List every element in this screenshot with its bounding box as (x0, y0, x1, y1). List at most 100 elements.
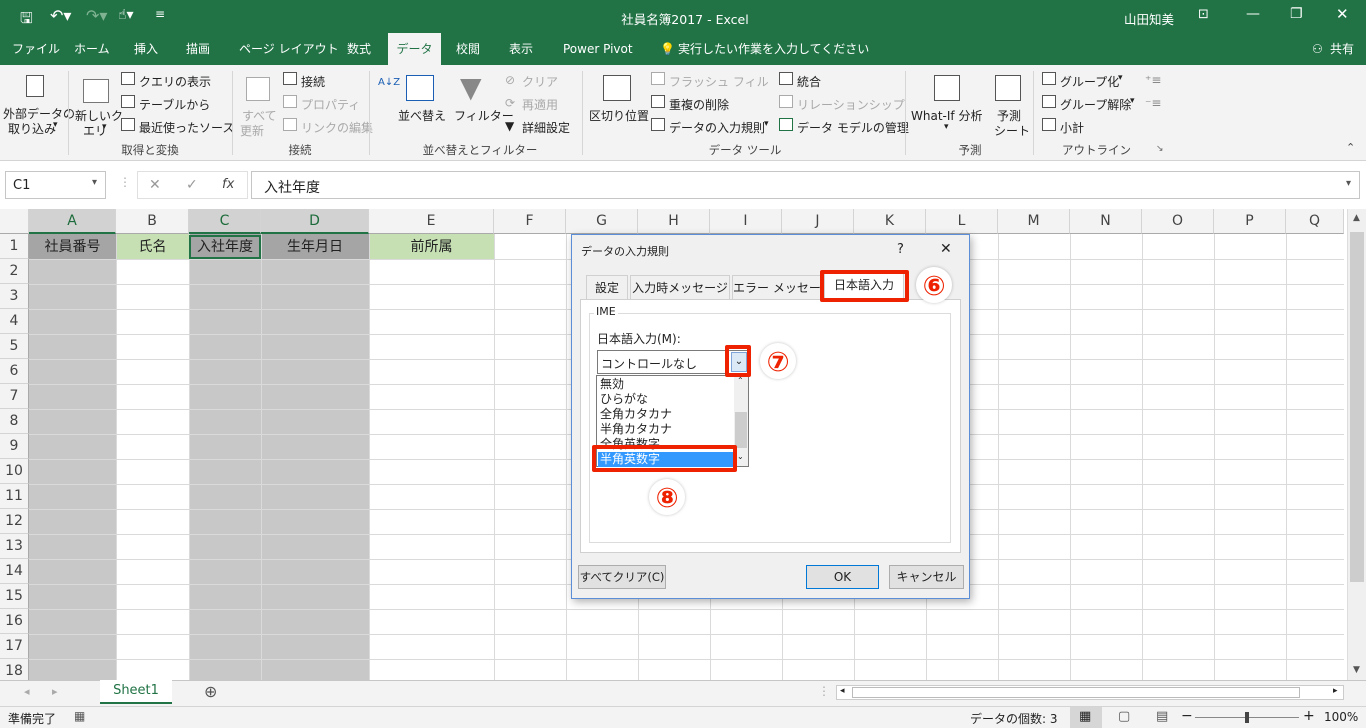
list-scroll-thumb[interactable] (735, 412, 747, 448)
expand-formula-icon[interactable]: ▾ (1346, 178, 1351, 189)
dialog-tab-input-message[interactable]: 入力時メッセージ (630, 275, 730, 299)
chevron-down-icon[interactable]: ▾ (92, 177, 97, 188)
tab-review[interactable]: 校閲 (456, 33, 480, 65)
column-header-c[interactable]: C (189, 209, 261, 234)
advanced-button[interactable]: 詳細設定 (522, 119, 570, 136)
show-detail-icon[interactable]: ⁺≡ (1145, 73, 1161, 87)
reapply-button[interactable]: 再適用 (522, 96, 558, 113)
column-header-q[interactable]: Q (1286, 209, 1344, 234)
macro-record-icon[interactable]: ▦ (74, 709, 85, 723)
help-icon[interactable]: ? (897, 242, 904, 257)
column-header-j[interactable]: J (782, 209, 854, 234)
column-header-b[interactable]: B (116, 209, 189, 234)
zoom-slider-thumb[interactable] (1245, 712, 1249, 723)
relationships-button[interactable]: リレーションシップ (797, 96, 905, 113)
from-table-button[interactable]: テーブルから (139, 96, 210, 113)
formula-input[interactable]: 入社年度 ▾ (251, 171, 1360, 199)
scroll-thumb[interactable] (1350, 232, 1364, 582)
customize-qat-icon[interactable]: ≡ (155, 7, 165, 21)
row-header-9[interactable]: 9 (0, 434, 29, 459)
row-header-15[interactable]: 15 (0, 584, 29, 609)
column-header-n[interactable]: N (1070, 209, 1142, 234)
row-header-8[interactable]: 8 (0, 409, 29, 434)
redo-icon[interactable]: ↷▾ (86, 6, 107, 25)
sheet-tab-sheet1[interactable]: Sheet1 (100, 680, 172, 704)
chevron-down-icon[interactable]: ▾ (1130, 96, 1135, 106)
flash-fill-button[interactable]: フラッシュ フィル (669, 73, 769, 90)
column-header-e[interactable]: E (369, 209, 494, 234)
chevron-up-icon[interactable]: ⌃ (737, 376, 744, 385)
vertical-scrollbar[interactable]: ▲ ▼ (1347, 209, 1366, 680)
row-header-7[interactable]: 7 (0, 384, 29, 409)
tab-draw[interactable]: 描画 (186, 33, 210, 65)
cancel-button[interactable]: キャンセル (889, 565, 964, 589)
ok-button[interactable]: OK (806, 565, 879, 589)
row-header-10[interactable]: 10 (0, 459, 29, 484)
properties-button[interactable]: プロパティ (301, 96, 360, 113)
tab-home[interactable]: ホーム (74, 33, 110, 65)
column-header-d[interactable]: D (261, 209, 369, 234)
tab-file[interactable]: ファイル (12, 33, 60, 65)
zoom-out-icon[interactable]: − (1181, 708, 1193, 724)
collapse-ribbon-icon[interactable]: ⌃ (1346, 141, 1355, 154)
column-header-h[interactable]: H (638, 209, 710, 234)
subtotal-button[interactable]: 小計 (1060, 119, 1084, 136)
row-header-1[interactable]: 1 (0, 234, 29, 259)
share-button[interactable]: 共有 (1330, 33, 1354, 65)
row-header-11[interactable]: 11 (0, 484, 29, 509)
share-icon[interactable]: ⚇ (1312, 33, 1323, 65)
list-item[interactable]: 無効 (600, 377, 624, 392)
row-header-18[interactable]: 18 (0, 659, 29, 680)
data-model-button[interactable]: データ モデルの管理 (797, 119, 909, 136)
clear-all-button[interactable]: すべてクリア(C) (578, 565, 666, 589)
row-header-12[interactable]: 12 (0, 509, 29, 534)
close-icon[interactable]: ✕ (1336, 5, 1349, 23)
horizontal-scrollbar[interactable]: ◂ ▸ (836, 685, 1344, 700)
connections-button[interactable]: 接続 (301, 73, 325, 90)
select-all-corner[interactable] (0, 209, 29, 234)
restore-icon[interactable]: ❐ (1290, 6, 1303, 22)
scroll-right-icon[interactable]: ▸ (1333, 686, 1338, 696)
save-icon[interactable]: 🖫 (20, 8, 33, 33)
undo-icon[interactable]: ↶▾ (50, 6, 71, 25)
row-header-6[interactable]: 6 (0, 359, 29, 384)
cell-d1[interactable]: 生年月日 (261, 235, 369, 259)
column-header-o[interactable]: O (1142, 209, 1214, 234)
remove-duplicates-button[interactable]: 重複の削除 (669, 96, 729, 113)
forecast-sheet-label2[interactable]: シート (994, 122, 1030, 139)
row-header-4[interactable]: 4 (0, 309, 29, 334)
chevron-down-icon[interactable]: ▾ (1118, 73, 1123, 83)
page-layout-view-icon[interactable]: ▢ (1118, 709, 1130, 724)
insert-function-icon[interactable]: fx (222, 177, 234, 192)
refresh-all-label2[interactable]: 更新 (240, 122, 264, 139)
dialog-tab-error-message[interactable]: エラー メッセージ (732, 275, 833, 299)
zoom-in-icon[interactable]: + (1303, 708, 1315, 724)
data-validation-button[interactable]: データの入力規則 (669, 119, 765, 136)
column-header-p[interactable]: P (1214, 209, 1286, 234)
hide-detail-icon[interactable]: ⁻≡ (1145, 96, 1161, 110)
list-item[interactable]: ひらがな (600, 392, 648, 407)
cell-b1[interactable]: 氏名 (116, 235, 189, 259)
column-header-m[interactable]: M (998, 209, 1070, 234)
list-item[interactable]: 全角カタカナ (600, 407, 672, 422)
next-sheet-icon[interactable]: ▸ (52, 685, 58, 698)
edit-links-button[interactable]: リンクの編集 (301, 119, 373, 136)
minimize-icon[interactable]: — (1246, 6, 1260, 22)
text-to-columns-button[interactable]: 区切り位置 (589, 107, 649, 124)
show-queries-button[interactable]: クエリの表示 (139, 73, 211, 90)
sort-az-icon[interactable]: A↓Z (378, 77, 400, 88)
cell-c1-active[interactable]: 入社年度 (189, 235, 261, 259)
row-header-17[interactable]: 17 (0, 634, 29, 659)
page-break-view-icon[interactable]: ▤ (1156, 709, 1168, 724)
tab-power-pivot[interactable]: Power Pivot (563, 33, 633, 65)
prev-sheet-icon[interactable]: ◂ (24, 685, 30, 698)
enter-icon[interactable]: ✓ (186, 177, 198, 193)
dialog-launcher-icon[interactable]: ↘ (1156, 144, 1164, 154)
user-name[interactable]: 山田知美 (1124, 9, 1174, 28)
tab-view[interactable]: 表示 (509, 33, 533, 65)
tell-me-input[interactable]: 実行したい作業を入力してください (678, 33, 869, 65)
cell-a1[interactable]: 社員番号 (29, 235, 116, 259)
row-header-13[interactable]: 13 (0, 534, 29, 559)
scroll-left-icon[interactable]: ◂ (840, 686, 845, 696)
row-header-16[interactable]: 16 (0, 609, 29, 634)
